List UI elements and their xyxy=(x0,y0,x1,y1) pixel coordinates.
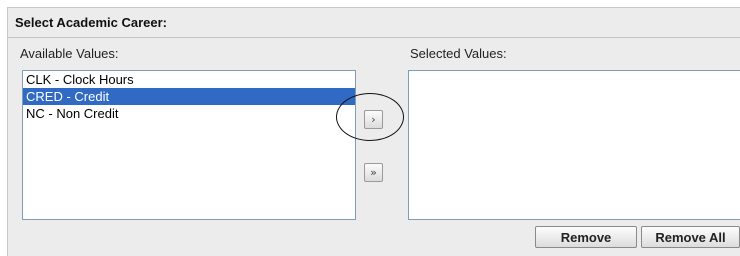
add-all-button[interactable]: » xyxy=(364,163,383,182)
list-item[interactable]: NC - Non Credit xyxy=(23,105,355,122)
panel-title: Select Academic Career: xyxy=(15,15,167,30)
annotation-circle xyxy=(336,93,404,141)
available-values-label: Available Values: xyxy=(20,46,119,61)
list-item[interactable]: CLK - Clock Hours xyxy=(23,71,355,88)
available-values-listbox[interactable]: CLK - Clock Hours CRED - Credit NC - Non… xyxy=(22,70,356,220)
remove-all-button[interactable]: Remove All xyxy=(641,226,740,248)
selected-values-listbox[interactable] xyxy=(408,70,740,220)
list-item[interactable]: CRED - Credit xyxy=(23,88,355,105)
selected-values-label: Selected Values: xyxy=(410,46,507,61)
panel-header: Select Academic Career: xyxy=(8,8,740,38)
remove-button[interactable]: Remove xyxy=(535,226,637,248)
